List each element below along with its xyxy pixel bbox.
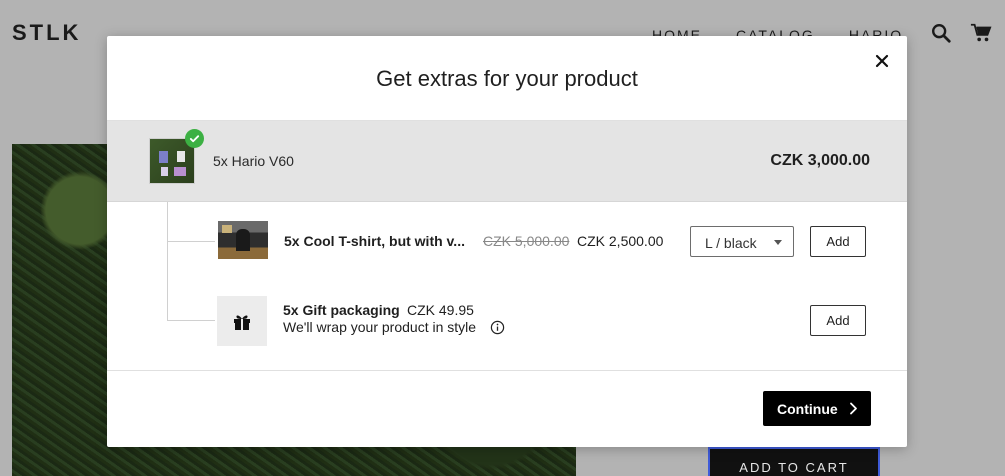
chevron-down-icon — [774, 240, 782, 245]
continue-label: Continue — [777, 400, 838, 417]
variant-select[interactable]: L / black — [690, 226, 794, 257]
addon-name: 5x Cool T-shirt, but with v... — [284, 233, 465, 249]
modal-title: Get extras for your product — [376, 66, 638, 91]
continue-button[interactable]: Continue — [763, 391, 871, 426]
tree-connector — [167, 320, 215, 321]
cart-icon[interactable] — [970, 22, 992, 44]
addon-original-price: CZK 5,000.00 — [483, 233, 570, 249]
close-icon[interactable] — [873, 52, 891, 70]
site-logo[interactable]: STLK — [12, 20, 81, 46]
variant-value: L / black — [705, 235, 757, 251]
info-icon[interactable] — [490, 320, 505, 335]
add-gift-button[interactable]: Add — [810, 305, 866, 336]
main-product-row: 5x Hario V60 CZK 3,000.00 — [107, 121, 907, 202]
addon-sale-price: CZK 2,500.00 — [577, 233, 664, 249]
add-tshirt-button[interactable]: Add — [810, 226, 866, 257]
modal-footer-divider — [107, 370, 907, 371]
extras-modal: Get extras for your product 5x Hario V60… — [107, 36, 907, 447]
gift-price: CZK 49.95 — [407, 302, 474, 318]
tshirt-thumbnail — [218, 221, 268, 259]
modal-header: Get extras for your product — [107, 36, 907, 121]
check-icon — [185, 129, 204, 148]
gift-description: We'll wrap your product in style — [283, 319, 477, 335]
main-product-price: CZK 3,000.00 — [770, 152, 870, 169]
search-icon[interactable] — [930, 22, 952, 44]
gift-icon — [217, 296, 267, 346]
tree-connector — [167, 202, 168, 320]
gift-name: 5x Gift packaging — [283, 302, 400, 318]
chevron-right-icon — [849, 402, 858, 415]
tree-connector — [167, 241, 215, 242]
add-to-cart-button[interactable]: ADD TO CART — [708, 447, 880, 476]
main-product-name: 5x Hario V60 — [213, 153, 294, 169]
